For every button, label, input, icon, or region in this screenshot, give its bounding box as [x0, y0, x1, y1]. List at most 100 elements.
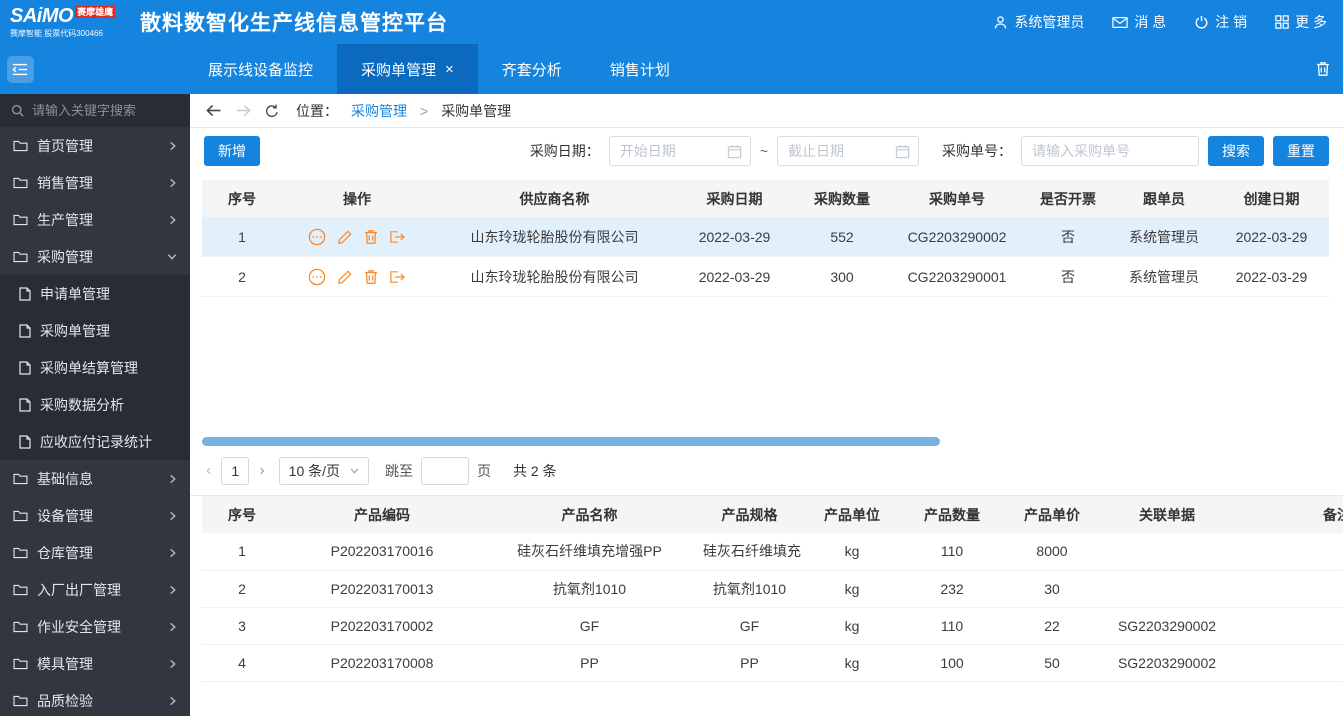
table-row[interactable]: 1 P202203170016 硅灰石纤维填充增强PP 硅灰石纤维填充... k… — [202, 533, 1343, 571]
sidebar-item-purchase-settlement-mgmt[interactable]: 采购单结算管理 — [0, 349, 190, 386]
page-size-select[interactable]: 10 条/页 — [278, 456, 370, 485]
jump-page-input[interactable] — [421, 456, 470, 485]
cell-quantity: 110 — [902, 533, 1002, 571]
cell-spec: PP — [697, 644, 802, 682]
next-page-icon[interactable]: › — [257, 462, 266, 479]
user-name: 系统管理员 — [1014, 14, 1085, 30]
logout-icon — [1195, 15, 1208, 29]
delete-icon[interactable] — [364, 229, 378, 245]
edit-icon[interactable] — [337, 269, 353, 285]
sidebar-item-purchase-order-mgmt[interactable]: 采购单管理 — [0, 312, 190, 349]
column-header: 创建日期 — [1214, 180, 1329, 217]
sidebar-item-work-safety-mgmt[interactable]: 作业安全管理 — [0, 608, 190, 645]
export-icon[interactable] — [389, 269, 406, 285]
search-button[interactable]: 搜索 — [1208, 136, 1264, 166]
sidebar-item-quality-inspection[interactable]: 品质检验 — [0, 682, 190, 716]
breadcrumb-link-purchase-mgmt[interactable]: 采购管理 — [351, 101, 407, 121]
breadcrumb: 位置： 采购管理 > 采购单管理 — [190, 94, 1343, 128]
export-icon[interactable] — [389, 229, 406, 245]
cell-name: GF — [482, 607, 697, 645]
order-no-input[interactable] — [1021, 136, 1199, 166]
add-button[interactable]: 新增 — [204, 136, 260, 166]
folder-icon — [13, 658, 28, 669]
order-no-field — [1021, 136, 1199, 166]
cell-operations — [282, 217, 432, 257]
table-row[interactable]: 3 P202203170002 GF GF kg 110 22 SG220329… — [202, 607, 1343, 645]
breadcrumb-separator: > — [420, 102, 429, 119]
sidebar-item-gate-mgmt[interactable]: 入厂出厂管理 — [0, 571, 190, 608]
column-header: 采购数量 — [792, 180, 892, 217]
end-date-input[interactable] — [777, 136, 919, 166]
sidebar-toggle-icon[interactable] — [6, 55, 34, 83]
cell-seq: 3 — [202, 607, 282, 645]
cell-code: P202203170008 — [282, 644, 482, 682]
user-icon — [995, 15, 1007, 28]
reset-button[interactable]: 重置 — [1273, 136, 1329, 166]
sidebar-item-request-order-mgmt[interactable]: 申请单管理 — [0, 275, 190, 312]
sidebar-item-purchase-data-analysis[interactable]: 采购数据分析 — [0, 386, 190, 423]
chevron-down-icon — [350, 467, 359, 474]
purchase-submenu: 申请单管理 采购单管理 采购单结算管理 采购数据分析 应收应付记录统计 — [0, 275, 190, 460]
prev-page-icon[interactable]: ‹ — [204, 462, 213, 479]
more-button[interactable]: 更 多 — [1275, 12, 1327, 32]
folder-icon — [13, 140, 28, 151]
sidebar-search-input[interactable] — [32, 103, 179, 118]
tab-sales-plan[interactable]: 销售计划 — [586, 44, 694, 94]
cell-invoiced: 否 — [1022, 256, 1114, 297]
sidebar-item-production-mgmt[interactable]: 生产管理 — [0, 201, 190, 238]
document-icon — [19, 286, 31, 301]
user-menu[interactable]: 系统管理员 — [993, 12, 1084, 32]
forward-icon[interactable] — [235, 104, 252, 117]
chevron-right-icon — [168, 622, 177, 632]
sidebar-item-basic-info[interactable]: 基础信息 — [0, 460, 190, 497]
tab-label: 采购单管理 — [361, 61, 437, 79]
chevron-right-icon — [168, 659, 177, 669]
sidebar-item-home-mgmt[interactable]: 首页管理 — [0, 127, 190, 164]
more-icon[interactable] — [308, 228, 326, 246]
cell-price: 30 — [1002, 570, 1102, 608]
refresh-icon[interactable] — [265, 104, 279, 118]
sidebar-item-mold-mgmt[interactable]: 模具管理 — [0, 645, 190, 682]
table-row[interactable]: 2 山东玲珑轮胎股份有限公司 2022-03-29 300 CG22032900… — [202, 256, 1329, 297]
filter-toolbar: 新增 采购日期： ~ 采购单号： 搜索 重置 — [190, 128, 1343, 174]
cell-created: 2022-03-29 — [1214, 256, 1329, 297]
table-row[interactable]: 4 P202203170008 PP PP kg 100 50 SG220329… — [202, 644, 1343, 682]
delete-icon[interactable] — [364, 269, 378, 285]
total-count: 共 2 条 — [513, 462, 557, 479]
horizontal-scrollbar — [202, 437, 1343, 446]
cell-name: 抗氧剂1010 — [482, 570, 697, 608]
tab-kitting-analysis[interactable]: 齐套分析 — [478, 44, 586, 94]
sidebar-item-receivable-payable-stats[interactable]: 应收应付记录统计 — [0, 423, 190, 460]
cell-seq: 2 — [202, 256, 282, 297]
more-icon[interactable] — [308, 268, 326, 286]
messages-button[interactable]: 消 息 — [1112, 12, 1166, 32]
edit-icon[interactable] — [337, 229, 353, 245]
cell-quantity: 552 — [792, 217, 892, 257]
page-number-button[interactable]: 1 — [221, 456, 250, 485]
close-tab-icon[interactable]: × — [445, 62, 454, 77]
cell-price: 50 — [1002, 644, 1102, 682]
scrollbar-thumb[interactable] — [202, 437, 940, 446]
logout-button[interactable]: 注 销 — [1194, 12, 1247, 32]
tab-device-monitor[interactable]: 展示线设备监控 — [184, 44, 337, 94]
sidebar-item-label: 首页管理 — [37, 137, 93, 154]
logout-label: 注 销 — [1215, 14, 1248, 30]
sidebar-item-label: 采购数据分析 — [40, 396, 124, 413]
column-header: 采购日期 — [677, 180, 792, 217]
tab-purchase-orders[interactable]: 采购单管理 × — [337, 44, 478, 94]
chevron-right-icon — [168, 548, 177, 558]
sidebar-item-equipment-mgmt[interactable]: 设备管理 — [0, 497, 190, 534]
clear-tabs-icon[interactable] — [1316, 44, 1343, 94]
back-icon[interactable] — [205, 104, 222, 117]
sidebar-item-purchase-mgmt[interactable]: 采购管理 — [0, 238, 190, 275]
sidebar-item-label: 采购管理 — [37, 248, 93, 265]
sidebar-item-sales-mgmt[interactable]: 销售管理 — [0, 164, 190, 201]
start-date-input[interactable] — [608, 136, 751, 166]
table-row[interactable]: 2 P202203170013 抗氧剂1010 抗氧剂1010 kg 232 3… — [202, 570, 1343, 608]
cell-supplier: 山东玲珑轮胎股份有限公司 — [432, 217, 677, 257]
folder-icon — [13, 473, 28, 484]
sidebar-item-warehouse-mgmt[interactable]: 仓库管理 — [0, 534, 190, 571]
table-row[interactable]: 1 山东玲珑轮胎股份有限公司 2022-03-29 552 CG22032900… — [202, 217, 1329, 257]
sidebar-item-label: 品质检验 — [37, 692, 93, 709]
sidebar-item-label: 仓库管理 — [37, 544, 93, 561]
